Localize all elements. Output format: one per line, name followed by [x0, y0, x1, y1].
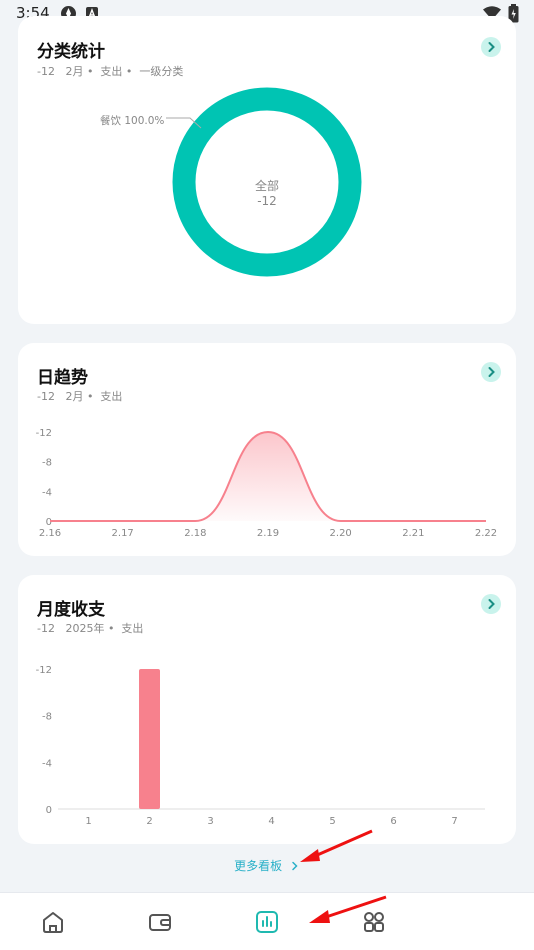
tab-wallet[interactable]	[120, 893, 200, 950]
more-boards-link[interactable]: 更多看板	[0, 857, 534, 874]
donut-center-value: -12	[257, 194, 277, 208]
monthly-bar-chart: -12 -8 -4 0 1 2 3 4 5 6 7	[36, 665, 485, 827]
bottom-tab-bar	[0, 892, 534, 950]
monthly-card[interactable]: 月度收支 -12 2025年 • 支出 -12 -8 -4 0 1 2 3 4 5 6 7	[18, 575, 516, 844]
category-donut-chart: 餐饮 100.0% 全部 -12	[100, 87, 362, 277]
tab-statistics[interactable]	[227, 893, 307, 950]
x-tick-label: 1	[85, 816, 91, 827]
x-tick-label: 6	[390, 816, 396, 827]
daily-trend-card[interactable]: 日趋势 -12 2月 • 支出 -12 -8 -4 0 2.16 2.17 2.18 2.19…	[18, 343, 516, 556]
y-tick-label: -4	[42, 758, 52, 769]
tab-home[interactable]	[13, 893, 93, 950]
bar	[139, 669, 160, 809]
chart-icon	[256, 911, 278, 933]
x-tick-label: 4	[268, 816, 274, 827]
y-tick-label: -4	[42, 487, 52, 498]
slice-label: 餐饮 100.0%	[100, 114, 164, 127]
daily-trend-chart: -12 -8 -4 02.16 2.17 2.18 2.19 2.20 2.21 2.22	[36, 428, 497, 539]
category-stats-card[interactable]: 分类统计 -12 2月 • 支出 • 一级分类 餐饮 100.0% 全部 -12	[18, 16, 516, 324]
x-tick-label: 2.21	[402, 528, 424, 539]
x-tick-label: 7	[451, 816, 457, 827]
y-tick-label: -8	[42, 712, 52, 723]
y-tick-label: 0	[46, 805, 52, 816]
series-area	[50, 432, 486, 521]
x-tick-label: 2.17	[112, 528, 134, 539]
more-boards-label: 更多看板	[234, 859, 283, 873]
home-icon	[43, 912, 63, 933]
tab-more[interactable]	[334, 893, 414, 950]
wallet-icon	[149, 914, 171, 931]
donut-center-label: 全部	[255, 178, 279, 193]
x-tick-label: 2.18	[184, 528, 206, 539]
x-tick-label: 2.22	[475, 528, 497, 539]
x-tick-label: 2.20	[330, 528, 352, 539]
x-tick-label: 2.16	[39, 528, 61, 539]
grid-icon	[364, 912, 384, 932]
x-tick-label: 2	[146, 816, 152, 827]
y-tick-label: -12	[36, 428, 52, 439]
x-tick-label: 5	[329, 816, 335, 827]
y-tick-label: 0	[46, 517, 52, 528]
x-tick-label: 2.19	[257, 528, 279, 539]
y-tick-label: -8	[42, 458, 52, 469]
chevron-right-icon	[292, 861, 298, 871]
y-tick-label: -12	[36, 665, 52, 676]
x-tick-label: 3	[207, 816, 213, 827]
